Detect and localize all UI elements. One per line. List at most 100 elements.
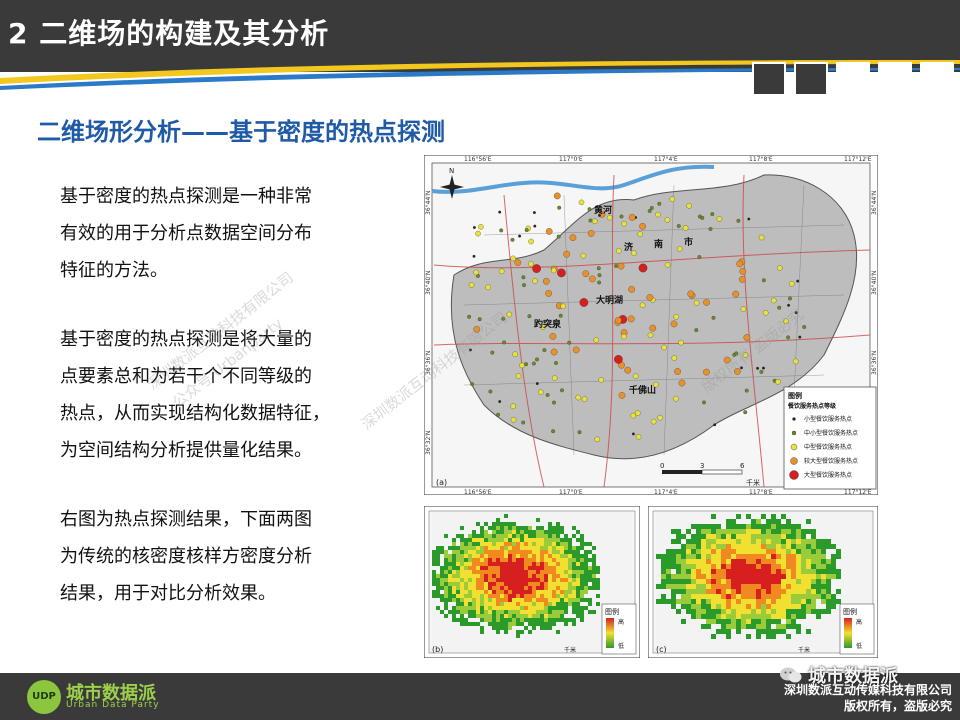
density-cell: [436, 594, 440, 598]
density-cell: [736, 604, 741, 609]
density-cell: [556, 610, 560, 614]
hotspot-dot: [531, 361, 536, 366]
density-cell: [572, 594, 576, 598]
hotspot-dot: [798, 335, 802, 339]
header-square: [836, 62, 870, 96]
density-cell: [580, 598, 584, 602]
density-cell: [766, 559, 771, 564]
density-cell: [544, 566, 548, 570]
density-cell: [544, 530, 548, 534]
density-cell: [536, 590, 540, 594]
density-cell: [686, 549, 691, 554]
density-cell: [711, 619, 716, 624]
density-cell: [448, 594, 452, 598]
density-cell: [516, 570, 520, 574]
density-cell: [751, 574, 756, 579]
density-cell: [786, 539, 791, 544]
density-cell: [492, 522, 496, 526]
density-cell: [821, 554, 826, 559]
density-cell: [806, 529, 811, 534]
density-cell: [516, 534, 520, 538]
legend-label: 中型餐饮服务热点: [804, 443, 852, 451]
density-cell: [786, 609, 791, 614]
density-cell: [436, 550, 440, 554]
density-cell: [821, 544, 826, 549]
density-cell: [500, 606, 504, 610]
tick-label: 36°40'N: [425, 271, 432, 295]
density-cell: [701, 554, 706, 559]
density-cell: [496, 550, 500, 554]
density-cell: [776, 604, 781, 609]
density-cell: [756, 594, 761, 599]
density-cell: [592, 610, 596, 614]
density-cell: [676, 584, 681, 589]
density-cell: [572, 582, 576, 586]
density-cell: [460, 590, 464, 594]
density-cell: [756, 589, 761, 594]
density-cell: [681, 534, 686, 539]
hotspot-dot: [614, 316, 622, 324]
density-cell: [576, 582, 580, 586]
density-cell: [706, 559, 711, 564]
density-cell: [468, 558, 472, 562]
density-cell: [556, 598, 560, 602]
density-cell: [776, 574, 781, 579]
density-cell: [460, 614, 464, 618]
density-cell: [801, 614, 806, 619]
legend-title: 图例: [605, 607, 619, 616]
density-cell: [548, 618, 552, 622]
density-cell: [476, 550, 480, 554]
density-cell: [706, 534, 711, 539]
text-line: 结果，用于对比分析效果。: [60, 583, 276, 604]
density-cell: [452, 550, 456, 554]
density-cell: [786, 594, 791, 599]
density-cell: [516, 550, 520, 554]
density-cell: [504, 598, 508, 602]
density-cell: [576, 602, 580, 606]
density-cell: [480, 590, 484, 594]
hotspot-dot: [657, 414, 663, 421]
density-legend: 图例 高 低: [839, 603, 875, 655]
density-cell: [686, 594, 691, 599]
density-cell: [580, 590, 584, 594]
density-cell: [452, 586, 456, 590]
density-cell: [796, 624, 801, 629]
density-cell: [472, 614, 476, 618]
density-cell: [811, 604, 816, 609]
density-cell: [560, 602, 564, 606]
hotspot-dot: [468, 282, 475, 288]
density-cell: [766, 594, 771, 599]
density-cell: [564, 574, 568, 578]
density-cell: [580, 610, 584, 614]
density-cell: [472, 622, 476, 626]
density-cell: [524, 542, 528, 546]
density-cell: [480, 538, 484, 542]
density-cell: [504, 582, 508, 586]
hotspot-dot: [535, 357, 539, 362]
density-cell: [548, 594, 552, 598]
density-cell: [826, 599, 831, 604]
density-cell: [536, 538, 540, 542]
density-cell: [771, 609, 776, 614]
density-cell: [776, 589, 781, 594]
density-cell: [532, 582, 536, 586]
place-label: 大明湖: [596, 294, 623, 306]
density-cell: [500, 558, 504, 562]
density-cell: [706, 584, 711, 589]
density-cell: [508, 542, 512, 546]
density-cell: [476, 598, 480, 602]
density-cell: [520, 586, 524, 590]
density-cell: [520, 546, 524, 550]
density-cell: [756, 564, 761, 569]
density-cell: [681, 584, 686, 589]
density-cell: [588, 574, 592, 578]
density-cell: [468, 574, 472, 578]
density-cell: [786, 544, 791, 549]
density-cell: [716, 549, 721, 554]
density-cell: [540, 542, 544, 546]
density-cell: [528, 594, 532, 598]
hotspot-dot: [670, 320, 678, 328]
density-cell: [816, 564, 821, 569]
density-cell: [751, 584, 756, 589]
density-cell: [776, 584, 781, 589]
